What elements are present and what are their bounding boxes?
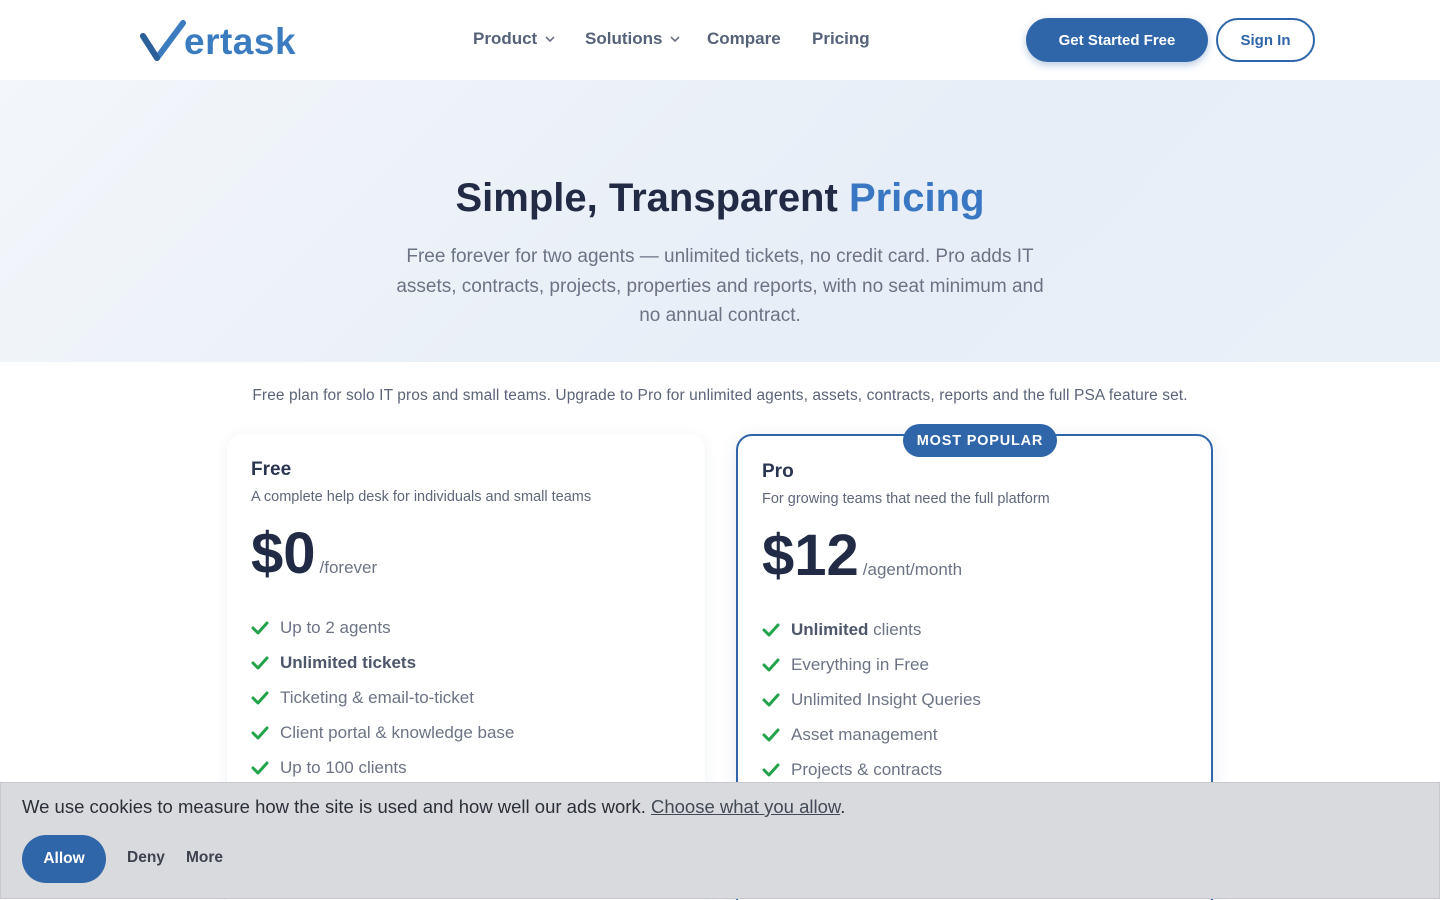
cookie-message: We use cookies to measure how the site i…: [22, 796, 845, 818]
feature-item: Everything in Free: [762, 647, 981, 682]
nav-solutions-label: Solutions: [585, 29, 663, 48]
allow-cookies-button[interactable]: Allow: [22, 835, 106, 883]
feature-text: Up to 100 clients: [280, 757, 407, 777]
feature-text: Everything in Free: [791, 654, 929, 674]
feature-text: Projects & contracts: [791, 759, 943, 779]
plan-price: $0: [251, 521, 316, 586]
title-accent: Pricing: [848, 176, 985, 220]
plan-name: Pro: [762, 461, 794, 482]
feature-item: Unlimited tickets: [251, 645, 514, 680]
nav-compare-label: Compare: [707, 29, 781, 48]
hero-subtitle: Free forever for two agents — unlimited …: [396, 246, 1044, 326]
get-started-button[interactable]: Get Started Free: [1026, 18, 1208, 62]
vertask-logo[interactable]: ertask: [140, 18, 296, 62]
check-icon: [762, 658, 780, 671]
feature-item: Up to 2 agents: [251, 610, 514, 645]
feature-text: Unlimited Insight Queries: [791, 689, 981, 709]
chevron-down-icon: [545, 36, 555, 42]
main-nav: Product Solutions Compare Pricing: [473, 27, 870, 51]
feature-item: Client portal & knowledge base: [251, 715, 514, 750]
nav-product-label: Product: [473, 29, 538, 48]
chevron-down-icon: [670, 36, 681, 42]
logo-wordmark: ertask: [184, 21, 297, 62]
feature-text: Unlimited tickets: [280, 652, 417, 672]
most-popular-badge: MOST POPULAR: [903, 424, 1057, 457]
plan-period: /agent/month: [862, 560, 963, 579]
cookie-text: We use cookies to measure how the site i…: [22, 796, 651, 817]
nav-compare[interactable]: Compare: [707, 27, 812, 51]
plan-name: Free: [251, 459, 292, 480]
check-icon: [762, 693, 780, 706]
nav-product[interactable]: Product: [473, 27, 585, 51]
feature-list: Up to 2 agents Unlimited tickets Ticketi…: [251, 610, 514, 785]
nav-pricing-label: Pricing: [812, 29, 870, 48]
plan-price: $12: [762, 523, 859, 588]
feature-item: Ticketing & email-to-ticket: [251, 680, 514, 715]
feature-item: Up to 100 clients: [251, 750, 514, 785]
price-row: $12 /agent/month: [762, 524, 962, 588]
check-icon: [251, 726, 269, 739]
hero-section: Simple, Transparent Pricing Free forever…: [0, 80, 1440, 362]
feature-list: Unlimited clients Everything in Free Unl…: [762, 612, 981, 787]
feature-item: Unlimited Insight Queries: [762, 682, 981, 717]
check-icon: [251, 621, 269, 634]
deny-cookies-button[interactable]: Deny: [127, 849, 165, 867]
feature-text: Ticketing & email-to-ticket: [280, 687, 474, 707]
cookie-suffix: .: [840, 796, 846, 817]
plan-description: A complete help desk for individuals and…: [251, 489, 592, 505]
cookie-banner: We use cookies to measure how the site i…: [0, 782, 1440, 899]
feature-text: Unlimited clients: [791, 619, 922, 639]
feature-text: Asset management: [791, 724, 938, 744]
choose-cookies-link[interactable]: Choose what you allow: [651, 796, 840, 817]
feature-text: Client portal & knowledge base: [280, 722, 515, 742]
feature-item: Unlimited clients: [762, 612, 981, 647]
check-icon: [251, 656, 269, 669]
sign-in-button[interactable]: Sign In: [1216, 18, 1315, 62]
feature-text: Up to 2 agents: [280, 617, 391, 637]
logo-checkmark-icon: [140, 20, 186, 61]
more-cookies-button[interactable]: More: [186, 849, 223, 867]
check-icon: [762, 623, 780, 636]
pricing-intro: Free plan for solo IT pros and small tea…: [252, 387, 1188, 404]
feature-item: Asset management: [762, 717, 981, 752]
nav-solutions[interactable]: Solutions: [585, 27, 707, 51]
price-row: $0 /forever: [251, 522, 377, 586]
check-icon: [251, 761, 269, 774]
check-icon: [762, 763, 780, 776]
check-icon: [251, 691, 269, 704]
page-title: Simple, Transparent Pricing: [0, 176, 1440, 221]
nav-pricing[interactable]: Pricing: [812, 27, 870, 51]
plan-description: For growing teams that need the full pla…: [762, 491, 1050, 507]
plan-period: /forever: [319, 558, 378, 577]
site-header: ertask Product Solutions Compare Pricing…: [0, 0, 1440, 80]
title-main: Simple, Transparent: [455, 176, 849, 220]
check-icon: [762, 728, 780, 741]
